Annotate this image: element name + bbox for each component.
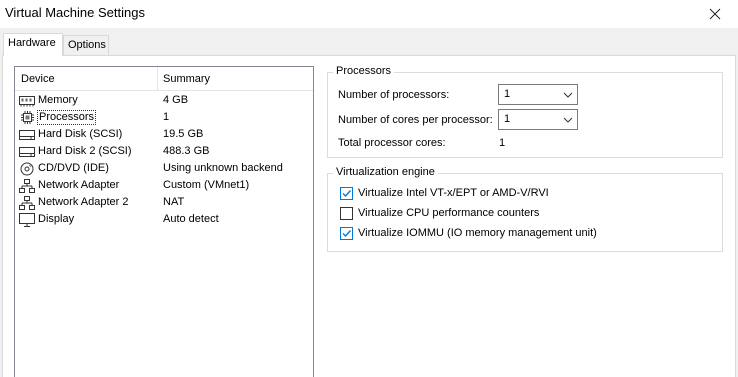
hard-disk-icon (19, 144, 35, 159)
device-row-display[interactable]: Display Auto detect (15, 211, 313, 228)
device-name: Network Adapter 2 (38, 196, 129, 208)
device-row-cd-dvd[interactable]: CD/DVD (IDE) Using unknown backend (15, 160, 313, 177)
chevron-down-icon (563, 117, 573, 123)
virtualize-vtx-checkbox[interactable] (340, 187, 353, 200)
tab-options[interactable]: Options (63, 35, 109, 55)
device-rows: Memory 4 GB Processors 1 Hard Disk (SCSI… (15, 92, 313, 228)
total-cores-label: Total processor cores: (338, 137, 446, 149)
device-summary: Using unknown backend (163, 162, 283, 174)
device-name: Display (38, 213, 75, 225)
device-summary: 19.5 GB (163, 128, 204, 140)
virtualize-vtx-label: Virtualize Intel VT-x/EPT or AMD-V/RVI (358, 187, 549, 199)
column-divider[interactable] (157, 67, 158, 91)
cd-dvd-icon (19, 161, 35, 176)
virtualize-perf-counters-checkbox[interactable] (340, 207, 353, 220)
device-summary: 1 (163, 111, 170, 123)
virtualization-engine-group: Virtualization engine Virtualize Intel V… (327, 166, 723, 252)
title-bar: Virtual Machine Settings (0, 0, 738, 28)
device-name: Network Adapter (38, 179, 120, 191)
chevron-down-icon (563, 92, 573, 98)
column-header-summary[interactable]: Summary (163, 73, 210, 85)
cores-per-processor-label: Number of cores per processor: (338, 114, 493, 126)
checkmark-icon (342, 230, 352, 238)
device-list[interactable]: Device Summary Memory 4 GB Processors 1 … (14, 66, 314, 377)
processor-icon (19, 110, 35, 125)
cores-per-processor-value: 1 (504, 113, 511, 125)
virtualization-group-title: Virtualization engine (333, 166, 438, 178)
virtualize-iommu-checkbox[interactable] (340, 227, 353, 240)
virtualize-iommu-label: Virtualize IOMMU (IO memory management u… (358, 227, 597, 239)
cores-per-processor-select[interactable]: 1 (498, 109, 578, 130)
tab-options-label: Options (68, 39, 106, 51)
processors-group: Processors Number of processors: 1 Numbe… (327, 65, 723, 158)
device-name: Hard Disk 2 (SCSI) (38, 145, 132, 157)
device-name: Memory (38, 94, 78, 106)
display-icon (19, 212, 35, 227)
close-button[interactable] (692, 0, 738, 28)
checkmark-icon (342, 190, 352, 198)
device-summary: Custom (VMnet1) (163, 179, 250, 191)
device-row-memory[interactable]: Memory 4 GB (15, 92, 313, 109)
device-summary: 488.3 GB (163, 145, 210, 157)
processors-group-title: Processors (333, 65, 395, 77)
device-row-network-adapter[interactable]: Network Adapter Custom (VMnet1) (15, 177, 313, 194)
total-cores-value: 1 (499, 137, 506, 149)
device-name: CD/DVD (IDE) (38, 162, 109, 174)
device-summary: NAT (163, 196, 185, 208)
device-name: Processors (37, 110, 97, 125)
network-adapter-icon (19, 178, 35, 193)
tab-hardware-label: Hardware (8, 37, 56, 49)
network-adapter-icon (19, 195, 35, 210)
list-header: Device Summary (15, 67, 313, 91)
device-row-network-adapter-2[interactable]: Network Adapter 2 NAT (15, 194, 313, 211)
tab-strip (0, 28, 738, 54)
num-processors-select[interactable]: 1 (498, 84, 578, 105)
num-processors-value: 1 (504, 88, 511, 100)
device-row-processors[interactable]: Processors 1 (15, 109, 313, 126)
device-row-hard-disk-2[interactable]: Hard Disk 2 (SCSI) 488.3 GB (15, 143, 313, 160)
memory-icon (19, 93, 35, 108)
column-header-device[interactable]: Device (21, 73, 55, 85)
close-icon (709, 8, 721, 20)
device-name: Hard Disk (SCSI) (38, 128, 123, 140)
tab-hardware[interactable]: Hardware (3, 33, 63, 56)
num-processors-label: Number of processors: (338, 89, 450, 101)
virtualize-perf-counters-label: Virtualize CPU performance counters (358, 207, 540, 219)
hard-disk-icon (19, 127, 35, 142)
device-summary: Auto detect (163, 213, 219, 225)
window-title: Virtual Machine Settings (5, 5, 145, 20)
device-row-hard-disk[interactable]: Hard Disk (SCSI) 19.5 GB (15, 126, 313, 143)
device-summary: 4 GB (163, 94, 189, 106)
